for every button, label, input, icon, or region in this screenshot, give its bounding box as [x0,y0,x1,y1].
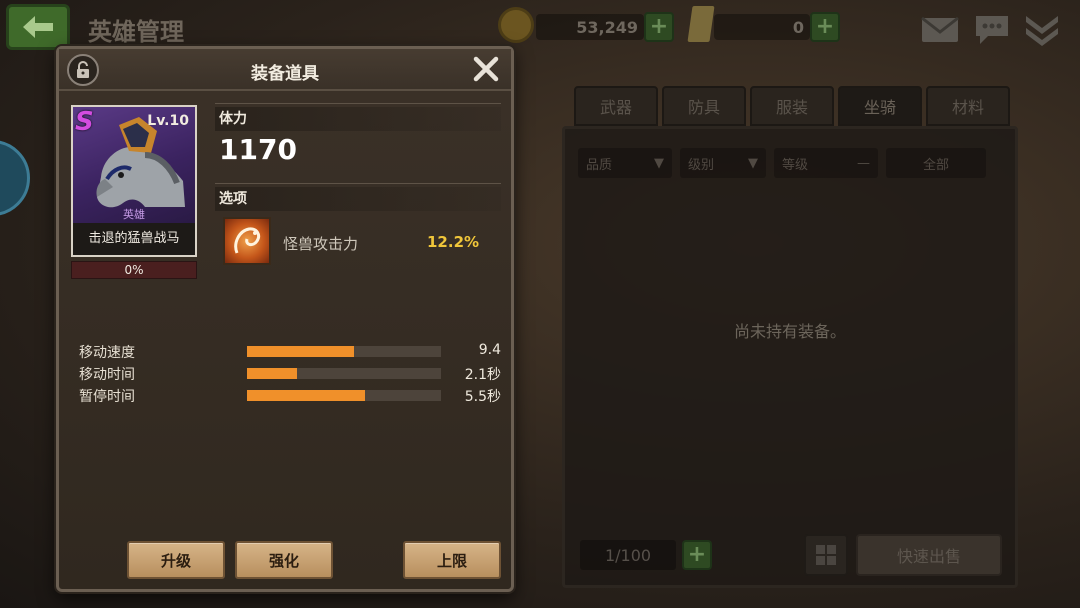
ticket-counter: 0 + [687,6,840,42]
screen-title: 英雄管理 [88,18,184,46]
item-name: 击退的猛兽战马 [73,223,195,255]
stamina-value: 1170 [219,133,297,166]
expand-capacity-button[interactable]: + [682,540,712,570]
option-name: 怪兽攻击力 [283,235,359,253]
back-arrow-icon [23,16,53,38]
item-rank: 英雄 [123,208,145,221]
dropdown-triangle-icon: ▼ [748,155,758,171]
close-icon[interactable] [471,54,501,84]
divider [215,103,501,104]
grid-icon [816,545,836,565]
stat-row-move-time: 移动时间 2.1秒 [79,363,501,383]
category-tabs: 武器 防具 服装 坐骑 材料 [574,86,1010,126]
stat-bar [247,346,441,357]
option-value: 12.2% [427,233,480,251]
modal-header: 装备道具 [59,49,511,91]
stamina-label: 体力 [215,107,501,131]
item-progress-text: 0% [124,263,144,277]
grade-filter[interactable]: 等级 — [774,148,878,178]
item-level: Lv.10 [147,113,189,129]
add-gold-button[interactable]: + [644,12,674,42]
chat-icon[interactable] [972,10,1012,48]
dropdown-triangle-icon: ▼ [654,155,664,171]
tab-materials[interactable]: 材料 [926,86,1010,126]
divider [215,183,501,184]
stat-value: 2.1秒 [464,367,501,383]
grade-badge: S [75,107,94,137]
stat-label: 移动时间 [79,367,135,383]
ticket-icon [687,6,715,42]
ticket-amount: 0 [714,14,810,40]
mail-icon[interactable] [920,10,960,48]
enhance-button[interactable]: 强化 [235,541,333,579]
tab-clothing[interactable]: 服装 [750,86,834,126]
tab-weapons[interactable]: 武器 [574,86,658,126]
collapse-menu-icon[interactable] [1022,10,1062,48]
item-card[interactable]: S Lv.10 英雄 击退的猛兽战马 [71,105,197,257]
stat-value: 9.4 [478,342,501,358]
stat-label: 暂停时间 [79,389,135,405]
filter-row: 品质 ▼ 级别 ▼ 等级 — 全部 [578,148,1006,178]
equipment-list-panel [562,126,1018,588]
inventory-capacity: 1/100 [580,540,676,570]
stat-label: 移动速度 [79,345,135,361]
add-ticket-button[interactable]: + [810,12,840,42]
quality-filter[interactable]: 品质 ▼ [578,148,672,178]
level-filter[interactable]: 级别 ▼ [680,148,766,178]
upgrade-button[interactable]: 升级 [127,541,225,579]
limit-button[interactable]: 上限 [403,541,501,579]
empty-list-message: 尚未持有装备。 [733,322,846,341]
item-progress-bar: 0% [71,261,197,279]
stat-bar-fill [247,368,298,379]
quick-sell-button[interactable]: 快速出售 [856,534,1002,576]
stat-value: 5.5秒 [464,389,501,405]
grid-view-button[interactable] [804,534,848,576]
stat-row-move-speed: 移动速度 9.4 [79,341,501,361]
stat-bar-fill [247,346,354,357]
tab-armor[interactable]: 防具 [662,86,746,126]
dragon-emblem-icon [223,217,271,265]
options-label: 选项 [215,187,501,211]
tab-mounts[interactable]: 坐骑 [838,86,922,126]
stat-bar [247,390,441,401]
dash-icon: — [857,155,870,171]
all-filter[interactable]: 全部 [886,148,986,178]
coin-icon [498,7,534,43]
modal-title: 装备道具 [251,64,319,84]
stat-bar-fill [247,390,366,401]
equip-item-modal: 装备道具 S Lv.10 英雄 击退的猛兽战马 0% 体力 1170 选项 怪兽… [56,46,514,592]
back-button[interactable] [6,4,70,50]
stat-bar [247,368,441,379]
gold-counter: 53,249 + [498,7,674,43]
stat-row-pause-time: 暂停时间 5.5秒 [79,385,501,405]
gold-amount: 53,249 [536,14,644,40]
